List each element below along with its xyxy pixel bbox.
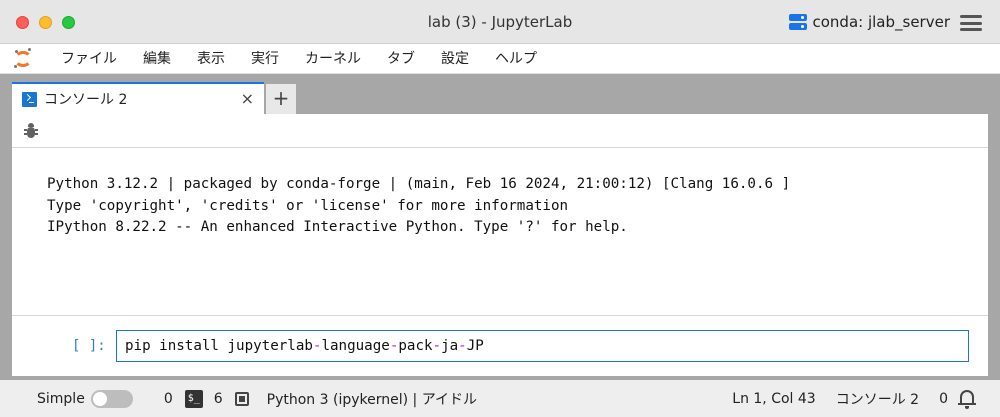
- console-icon: [22, 91, 37, 107]
- console-input-cell: [ ]: pip install jupyterlab - language - pac…: [12, 316, 988, 376]
- menu-file[interactable]: ファイル: [48, 44, 130, 74]
- active-document-name: コンソール 2: [835, 391, 920, 408]
- cursor-position[interactable]: Ln 1, Col 43: [732, 391, 815, 407]
- banner-line: IPython 8.22.2 -- An enhanced Interactiv…: [47, 219, 628, 235]
- tab-label: コンソール 2: [44, 92, 128, 108]
- terminal-icon[interactable]: $_: [184, 389, 203, 408]
- debugger-bug-icon[interactable]: [24, 123, 38, 139]
- code-operator: -: [312, 338, 322, 354]
- menu-run[interactable]: 実行: [238, 44, 292, 74]
- simple-mode-label: Simple: [37, 390, 85, 407]
- status-bar: Simple 0 $_ 6 Python 3 (ipykernel) | アイド…: [0, 380, 1000, 417]
- input-prompt: [ ]:: [72, 338, 106, 354]
- bell-icon[interactable]: [958, 389, 976, 409]
- menu-view[interactable]: 表示: [184, 44, 238, 74]
- code-token: pip install jupyterlab: [125, 338, 313, 354]
- tab-console-2[interactable]: コンソール 2 ×: [12, 82, 264, 114]
- console-input-editor[interactable]: pip install jupyterlab - language - pack - ja -…: [116, 330, 969, 362]
- kernel-chip-icon[interactable]: [234, 391, 249, 406]
- code-token: JP: [466, 338, 484, 354]
- environment-indicator[interactable]: conda: jlab_server: [788, 13, 951, 31]
- simple-mode-toggle[interactable]: [90, 389, 133, 408]
- server-icon: [788, 14, 807, 30]
- right-gutter: [988, 114, 1000, 376]
- new-launcher-button[interactable]: +: [266, 84, 296, 114]
- kernel-status[interactable]: Python 3 (ipykernel) | アイドル: [267, 389, 477, 409]
- banner-line: Type 'copyright', 'credits' or 'license'…: [47, 197, 569, 214]
- left-gutter: [0, 114, 12, 376]
- environment-label: conda: jlab_server: [812, 13, 951, 31]
- code-operator: -: [458, 338, 467, 354]
- menu-edit[interactable]: 編集: [130, 44, 184, 74]
- status-right: Ln 1, Col 43 コンソール 2 0: [732, 380, 976, 417]
- tab-strip: コンソール 2 × +: [0, 74, 1000, 114]
- code-token: pack: [398, 338, 433, 354]
- code-operator: -: [389, 338, 399, 354]
- code-token: ja: [441, 338, 459, 354]
- menu-kernel[interactable]: カーネル: [292, 44, 374, 74]
- notification-count[interactable]: 0: [939, 391, 948, 407]
- menu-tabs[interactable]: タブ: [374, 44, 428, 74]
- console-toolbar: [12, 114, 988, 148]
- menu-bar: ファイル 編集 表示 実行 カーネル タブ 設定 ヘルプ: [0, 44, 1000, 74]
- menu-settings[interactable]: 設定: [428, 44, 482, 74]
- jupyter-logo-icon: [12, 47, 34, 70]
- kernel-count[interactable]: 6: [214, 391, 223, 407]
- terminal-count[interactable]: 0: [164, 391, 173, 407]
- console-output-area: Python 3.12.2 | packaged by conda-forge …: [12, 148, 988, 316]
- ipython-banner: Python 3.12.2 | packaged by conda-forge …: [47, 174, 790, 239]
- code-token: language: [321, 338, 390, 354]
- code-operator: -: [432, 338, 442, 354]
- hamburger-menu-icon[interactable]: [960, 15, 982, 31]
- close-tab-icon[interactable]: ×: [241, 91, 254, 107]
- title-bar: lab (3) - JupyterLab conda: jlab_server: [0, 0, 1000, 44]
- menu-help[interactable]: ヘルプ: [482, 44, 550, 74]
- banner-line: Python 3.12.2 | packaged by conda-forge …: [47, 176, 791, 192]
